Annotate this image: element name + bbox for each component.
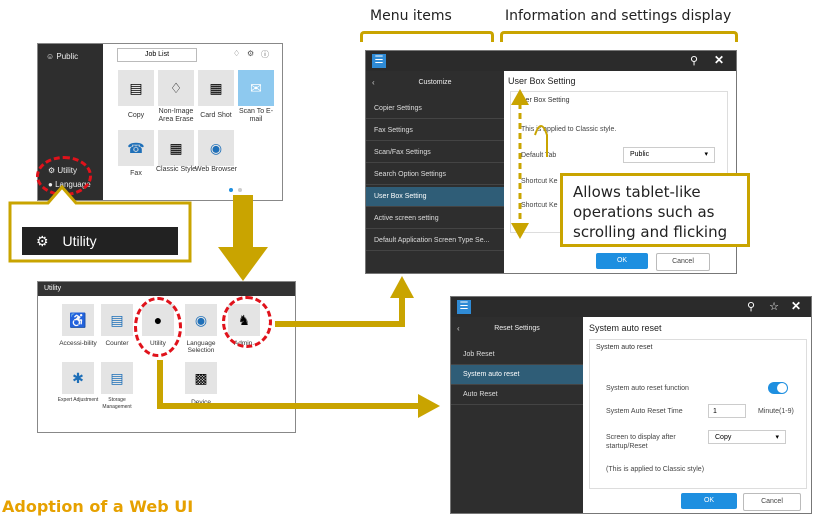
auto-reset-function-label: System auto reset function (606, 385, 689, 392)
menu-icon[interactable]: ☰ (372, 54, 386, 68)
note-text: (This is applied to Classic style) (606, 466, 705, 473)
screen-after-reset-label: Screen to display after startup/Reset (606, 434, 676, 450)
screen-after-reset-select[interactable]: Copy ▾ (708, 430, 786, 444)
auto-reset-time-input[interactable]: 1 (708, 404, 746, 418)
menu-item[interactable]: Fax Settings (366, 121, 504, 141)
menu-item[interactable]: Scan/Fax Settings (366, 143, 504, 163)
ok-button[interactable]: OK (681, 493, 737, 509)
auto-reset-time-label: System Auto Reset Time (606, 408, 683, 415)
menu-icon[interactable]: ☰ (457, 300, 471, 314)
menu-item[interactable]: Copier Settings (366, 99, 504, 119)
section-title: System auto reset (596, 344, 653, 351)
menu-title: Reset Settings (494, 325, 540, 332)
close-icon[interactable]: ✕ (791, 299, 801, 313)
menu-item[interactable]: Auto Reset (451, 385, 583, 405)
menu-item[interactable]: Active screen setting (366, 209, 504, 229)
menu-panel: ‹ Customize Copier Settings Fax Settings… (366, 71, 504, 273)
settings-card: System auto reset System auto reset func… (589, 339, 807, 489)
menu-item[interactable]: Job Reset (451, 345, 583, 365)
ok-button[interactable]: OK (596, 253, 648, 269)
caption: Adoption of a Web UI (2, 497, 194, 516)
menu-panel: ‹ Reset Settings Job Reset System auto r… (451, 317, 583, 513)
top-bar: ☰ ⚲ ☆ ✕ (451, 297, 811, 317)
close-icon[interactable]: ✕ (714, 53, 724, 67)
auto-reset-toggle[interactable] (768, 382, 788, 394)
default-tab-select[interactable]: Public ▾ (623, 147, 715, 163)
reset-settings-screen: ☰ ⚲ ☆ ✕ ‹ Reset Settings Job Reset Syste… (450, 296, 812, 514)
tablet-ops-callout: Allows tablet-like operations such as sc… (560, 173, 750, 247)
cancel-button[interactable]: Cancel (656, 253, 710, 271)
search-icon[interactable]: ⚲ (690, 54, 698, 67)
menu-item-selected[interactable]: System auto reset (451, 365, 583, 385)
settings-panel: System auto reset System auto reset Syst… (583, 317, 811, 513)
menu-title: Customize (418, 79, 452, 86)
star-icon[interactable]: ☆ (769, 300, 779, 313)
menu-item[interactable]: Search Option Settings (366, 165, 504, 185)
search-icon[interactable]: ⚲ (747, 300, 755, 313)
panel-title: System auto reset (589, 323, 662, 333)
menu-item[interactable]: Default Application Screen Type Se... (366, 231, 504, 251)
top-bar: ☰ ⚲ ✕ (366, 51, 736, 71)
cancel-button[interactable]: Cancel (743, 493, 801, 511)
menu-item-selected[interactable]: User Box Setting (366, 187, 504, 207)
time-unit: Minute(1-9) (758, 408, 794, 415)
